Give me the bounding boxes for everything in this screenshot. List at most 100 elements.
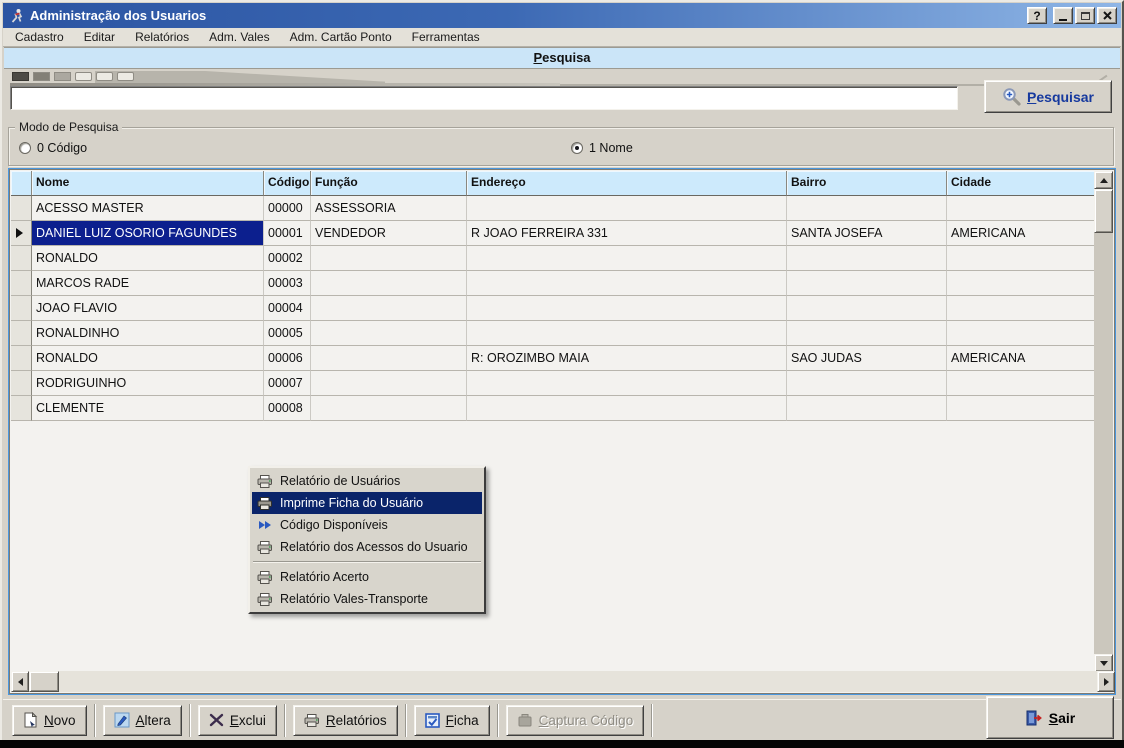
- ficha-button-label: Ficha: [446, 713, 479, 728]
- cell-endereco: [467, 321, 787, 346]
- cell-cidade: [947, 246, 1098, 271]
- cell-cidade: [947, 296, 1098, 321]
- cell-funcao: [311, 271, 467, 296]
- cell-codigo: 00001: [264, 221, 311, 246]
- table-row[interactable]: JOAO FLAVIO 00004: [11, 296, 1098, 321]
- section-title: Pesquisa: [533, 48, 590, 68]
- close-button[interactable]: [1097, 7, 1117, 24]
- exclui-button[interactable]: Exclui: [198, 705, 277, 736]
- altera-button[interactable]: Altera: [103, 705, 182, 736]
- vertical-scrollbar[interactable]: [1094, 171, 1113, 672]
- table-row-selected[interactable]: DANIEL LUIZ OSORIO FAGUNDES 00001 VENDED…: [11, 221, 1098, 246]
- cell-nome: RONALDO: [32, 346, 264, 371]
- printer-icon: [256, 475, 273, 488]
- users-table: Nome Código Função Endereço Bairro Cidad…: [8, 168, 1116, 695]
- context-menu-item-relatorio-acessos[interactable]: Relatório dos Acessos do Usuario: [252, 536, 482, 558]
- column-header-funcao[interactable]: Função: [311, 171, 467, 196]
- decorative-box: [54, 72, 71, 81]
- toolbar-separator: [94, 704, 96, 737]
- cell-funcao: [311, 371, 467, 396]
- column-header-codigo[interactable]: Código: [264, 171, 311, 196]
- radio-label: 1 Nome: [589, 141, 633, 155]
- cell-nome: MARCOS RADE: [32, 271, 264, 296]
- menu-adm-cartao-ponto[interactable]: Adm. Cartão Ponto: [290, 30, 392, 44]
- captura-codigo-button-label: Captura Código: [539, 713, 634, 728]
- sair-button[interactable]: Sair: [986, 696, 1114, 739]
- radio-option-nome[interactable]: 1 Nome: [571, 141, 633, 155]
- column-header-endereco[interactable]: Endereço: [467, 171, 787, 196]
- row-indicator-header: [11, 171, 32, 196]
- maximize-button[interactable]: [1075, 7, 1095, 24]
- context-menu-item-relatorio-vales[interactable]: Relatório Vales-Transporte: [252, 588, 482, 610]
- table-row[interactable]: RONALDO 00006 R: OROZIMBO MAIA SAO JUDAS…: [11, 346, 1098, 371]
- exclui-button-label: Exclui: [230, 713, 266, 728]
- context-menu-item-codigo-disponiveis[interactable]: Código Disponíveis: [252, 514, 482, 536]
- cell-endereco: [467, 296, 787, 321]
- toolbar-separator: [497, 704, 499, 737]
- decorative-box: [96, 72, 113, 81]
- minimize-button[interactable]: [1053, 7, 1073, 24]
- table-header: Nome Código Função Endereço Bairro Cidad…: [11, 171, 1098, 196]
- radio-option-codigo[interactable]: 0 Código: [19, 141, 87, 155]
- search-input[interactable]: [10, 86, 958, 110]
- scroll-up-button[interactable]: [1094, 171, 1113, 189]
- menu-editar[interactable]: Editar: [84, 30, 115, 44]
- bottom-toolbar: Novo Altera Exclui Relatórios Ficha: [3, 699, 1121, 740]
- table-row[interactable]: RONALDO 00002: [11, 246, 1098, 271]
- toolbar-separator: [651, 704, 653, 737]
- cell-bairro: SANTA JOSEFA: [787, 221, 947, 246]
- column-header-bairro[interactable]: Bairro: [787, 171, 947, 196]
- cell-endereco: [467, 196, 787, 221]
- captura-codigo-button[interactable]: Captura Código: [506, 705, 645, 736]
- table-row[interactable]: RONALDINHO 00005: [11, 321, 1098, 346]
- scroll-left-icon: [18, 678, 23, 686]
- cell-funcao: [311, 396, 467, 421]
- toolbar-separator: [405, 704, 407, 737]
- delete-x-icon: [209, 713, 224, 727]
- search-button[interactable]: Pesquisar: [984, 80, 1112, 113]
- decorative-box: [12, 72, 29, 81]
- table-row[interactable]: MARCOS RADE 00003: [11, 271, 1098, 296]
- cell-cidade: AMERICANA: [947, 221, 1098, 246]
- scroll-down-button[interactable]: [1094, 654, 1113, 672]
- table-row[interactable]: RODRIGUINHO 00007: [11, 371, 1098, 396]
- menu-cadastro[interactable]: Cadastro: [15, 30, 64, 44]
- cell-nome: RODRIGUINHO: [32, 371, 264, 396]
- row-indicator: [11, 196, 32, 221]
- row-indicator: [11, 396, 32, 421]
- row-indicator: [11, 321, 32, 346]
- horizontal-scroll-thumb[interactable]: [29, 671, 59, 692]
- cell-funcao: ASSESSORIA: [311, 196, 467, 221]
- context-menu-item-relatorio-usuarios[interactable]: Relatório de Usuários: [252, 470, 482, 492]
- cell-cidade: [947, 321, 1098, 346]
- context-menu-item-relatorio-acerto[interactable]: Relatório Acerto: [252, 566, 482, 588]
- ficha-button[interactable]: Ficha: [414, 705, 490, 736]
- menu-ferramentas[interactable]: Ferramentas: [412, 30, 480, 44]
- cell-bairro: [787, 271, 947, 296]
- cell-cidade: AMERICANA: [947, 346, 1098, 371]
- cell-codigo: 00004: [264, 296, 311, 321]
- context-menu-label: Relatório Vales-Transporte: [280, 592, 428, 606]
- search-mode-legend: Modo de Pesquisa: [15, 120, 122, 134]
- menu-adm-vales[interactable]: Adm. Vales: [209, 30, 269, 44]
- column-header-cidade[interactable]: Cidade: [947, 171, 1098, 196]
- context-menu-item-imprime-ficha[interactable]: Imprime Ficha do Usuário: [252, 492, 482, 514]
- search-mode-group: Modo de Pesquisa 0 Código 1 Nome: [8, 127, 1114, 166]
- help-button[interactable]: ?: [1027, 7, 1047, 24]
- novo-button[interactable]: Novo: [12, 705, 87, 736]
- radio-label: 0 Código: [37, 141, 87, 155]
- cell-nome: DANIEL LUIZ OSORIO FAGUNDES: [32, 221, 264, 246]
- relatorios-button[interactable]: Relatórios: [293, 705, 398, 736]
- table-row[interactable]: CLEMENTE 00008: [11, 396, 1098, 421]
- menu-relatorios[interactable]: Relatórios: [135, 30, 189, 44]
- printer-icon: [304, 714, 320, 727]
- scroll-left-button[interactable]: [11, 671, 29, 692]
- horizontal-scrollbar[interactable]: [11, 671, 1115, 692]
- cell-cidade: [947, 371, 1098, 396]
- vertical-scroll-thumb[interactable]: [1094, 189, 1113, 233]
- chevrons-icon: [256, 519, 273, 531]
- scroll-right-button[interactable]: [1097, 671, 1115, 692]
- column-header-nome[interactable]: Nome: [32, 171, 264, 196]
- cell-cidade: [947, 271, 1098, 296]
- table-row[interactable]: ACESSO MASTER 00000 ASSESSORIA: [11, 196, 1098, 221]
